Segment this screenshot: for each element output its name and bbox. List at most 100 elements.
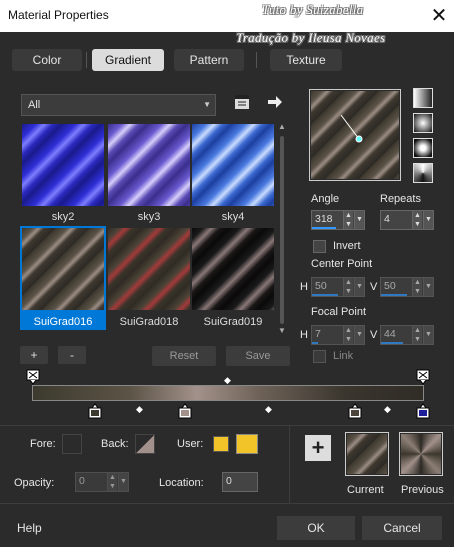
- angle-handle-icon[interactable]: [311, 91, 399, 179]
- center-h-slider-fill: [312, 294, 338, 296]
- focal-v-input[interactable]: 44 ▲ ▼ ▼: [380, 325, 434, 345]
- color-stop[interactable]: [348, 403, 362, 419]
- spin-arrows-icon[interactable]: ▲ ▼: [343, 326, 353, 344]
- gradient-swatch: [108, 228, 190, 310]
- center-v-label: V: [370, 281, 378, 293]
- spin-arrows-icon[interactable]: ▲ ▼: [412, 326, 422, 344]
- angle-label: Angle: [311, 193, 340, 205]
- focal-v-label: V: [370, 329, 378, 341]
- center-v-input[interactable]: 50 ▲ ▼ ▼: [380, 277, 434, 297]
- spin-arrows-icon[interactable]: ▲ ▼: [107, 473, 117, 491]
- arrow-right-icon[interactable]: [267, 95, 283, 109]
- fore-label: Fore:: [30, 438, 56, 450]
- spin-arrows-icon[interactable]: ▲ ▼: [412, 211, 422, 229]
- gradient-label: SuiGrad018: [119, 316, 179, 328]
- dropdown-arrow-icon[interactable]: ▼: [423, 326, 433, 344]
- user-color-swatch[interactable]: [213, 436, 229, 452]
- angle-slider-fill: [312, 227, 336, 229]
- previous-swatch[interactable]: [399, 432, 443, 476]
- focal-h-label: H: [300, 329, 308, 341]
- scrollbar-thumb[interactable]: [280, 136, 284, 324]
- location-input[interactable]: 0: [222, 472, 258, 492]
- gradient-item-suigrad018[interactable]: [108, 228, 192, 312]
- tab-color[interactable]: Color: [12, 49, 82, 71]
- center-v-slider-fill: [381, 294, 407, 296]
- dropdown-arrow-icon[interactable]: ▼: [118, 473, 128, 491]
- dropdown-arrow-icon[interactable]: ▼: [423, 211, 433, 229]
- opacity-stop-left[interactable]: [26, 369, 40, 385]
- divider: [0, 503, 454, 504]
- focal-h-input[interactable]: 7 ▲ ▼ ▼: [311, 325, 365, 345]
- dropdown-arrow-icon[interactable]: ▼: [354, 278, 364, 296]
- current-label: Current: [347, 484, 384, 496]
- current-swatch[interactable]: [345, 432, 389, 476]
- back-label: Back:: [101, 438, 129, 450]
- conical-style-button[interactable]: [413, 163, 433, 183]
- add-to-swatches-button[interactable]: +: [305, 435, 331, 461]
- gradient-swatch: [192, 228, 274, 310]
- gradient-list-scrollbar[interactable]: ▲ ▼: [276, 122, 288, 337]
- color-midpoint-marker[interactable]: ◆: [136, 404, 143, 415]
- opacity-stop-right[interactable]: [416, 369, 430, 385]
- help-link[interactable]: Help: [17, 521, 42, 535]
- save-button[interactable]: Save: [226, 346, 290, 366]
- scroll-down-icon[interactable]: ▼: [278, 326, 286, 335]
- center-h-input[interactable]: 50 ▲ ▼ ▼: [311, 277, 365, 297]
- color-midpoint-marker[interactable]: ◆: [265, 404, 272, 415]
- tab-divider: [256, 52, 257, 68]
- gradient-filter-dropdown[interactable]: All ▼: [21, 94, 216, 116]
- add-stop-button[interactable]: +: [20, 346, 48, 364]
- focal-v-value: 44: [384, 328, 396, 340]
- reset-button[interactable]: Reset: [152, 346, 216, 366]
- spin-arrows-icon[interactable]: ▲ ▼: [343, 278, 353, 296]
- close-icon: ✕: [430, 5, 448, 27]
- user-color-large-swatch[interactable]: [236, 434, 258, 454]
- chevron-down-icon: ▼: [203, 100, 211, 109]
- repeats-input[interactable]: 4 ▲ ▼ ▼: [380, 210, 434, 230]
- ok-button[interactable]: OK: [277, 516, 355, 540]
- linear-style-button[interactable]: [413, 88, 433, 108]
- close-button[interactable]: ✕: [426, 3, 452, 29]
- opacity-value: 0: [79, 475, 85, 487]
- link-checkbox[interactable]: [313, 350, 326, 363]
- gradient-item-sky3[interactable]: [108, 124, 192, 208]
- spin-arrows-icon[interactable]: ▲ ▼: [412, 278, 422, 296]
- scroll-up-icon[interactable]: ▲: [278, 122, 286, 131]
- gradient-item-sky2[interactable]: [22, 124, 106, 208]
- gradient-item-sky4[interactable]: [192, 124, 276, 208]
- dropdown-arrow-icon[interactable]: ▼: [354, 326, 364, 344]
- radial-style-button[interactable]: [413, 138, 433, 158]
- gradient-label: sky2: [51, 211, 75, 223]
- color-stop-selected[interactable]: [416, 403, 430, 419]
- remove-stop-button[interactable]: -: [58, 346, 86, 364]
- repeats-value: 4: [384, 213, 390, 225]
- gradient-item-suigrad016[interactable]: SuiGrad016: [20, 226, 106, 330]
- location-label: Location:: [159, 477, 204, 489]
- watermark-line-2: Tradução by Ileusa Novaes: [236, 30, 386, 45]
- open-folder-icon[interactable]: [234, 94, 250, 110]
- fore-color-swatch[interactable]: [62, 434, 82, 454]
- color-midpoint-marker[interactable]: ◆: [384, 404, 391, 415]
- opacity-input[interactable]: 0 ▲ ▼ ▼: [75, 472, 129, 492]
- back-color-swatch[interactable]: [135, 434, 155, 454]
- gradient-label: sky3: [137, 211, 161, 223]
- dropdown-arrow-icon[interactable]: ▼: [354, 211, 364, 229]
- focal-v-slider-fill: [381, 342, 403, 344]
- tab-texture[interactable]: Texture: [270, 49, 342, 71]
- gradient-preview[interactable]: [309, 89, 401, 181]
- angle-input[interactable]: 318 ▲ ▼ ▼: [311, 210, 365, 230]
- tab-pattern[interactable]: Pattern: [174, 49, 244, 71]
- color-stop[interactable]: [178, 403, 192, 419]
- dropdown-arrow-icon[interactable]: ▼: [423, 278, 433, 296]
- gradient-bar[interactable]: [32, 385, 424, 401]
- angle-value: 318: [315, 213, 333, 225]
- gradient-label: SuiGrad016: [33, 316, 93, 328]
- tab-gradient[interactable]: Gradient: [92, 49, 164, 71]
- gradient-item-suigrad019[interactable]: [192, 228, 276, 312]
- color-stop[interactable]: [88, 403, 102, 419]
- filter-value: All: [28, 99, 41, 111]
- cancel-button[interactable]: Cancel: [362, 516, 442, 540]
- invert-checkbox[interactable]: [313, 240, 326, 253]
- spin-arrows-icon[interactable]: ▲ ▼: [343, 211, 353, 229]
- rectangular-style-button[interactable]: [413, 113, 433, 133]
